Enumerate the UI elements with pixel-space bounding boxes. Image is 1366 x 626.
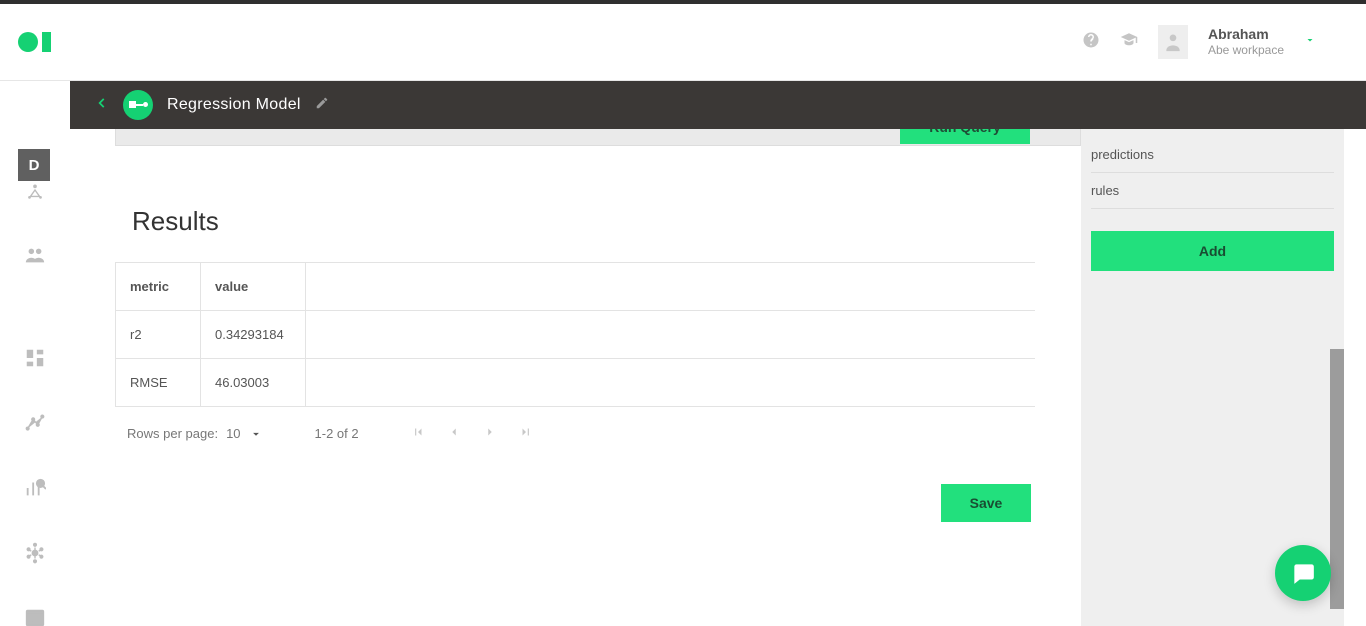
page-title: Regression Model: [167, 96, 301, 114]
nav-icon-brain[interactable]: [24, 542, 46, 569]
table-row: RMSE 46.03003: [116, 359, 1036, 407]
scroll-main: Run Query Results metric value r2 0.3429…: [115, 129, 1081, 626]
chevron-down-icon[interactable]: [1304, 33, 1316, 51]
back-icon[interactable]: [95, 93, 109, 118]
first-page-icon[interactable]: [411, 425, 425, 442]
next-page-icon[interactable]: [483, 425, 497, 442]
col-value: value: [201, 263, 306, 311]
add-button[interactable]: Add: [1091, 231, 1334, 271]
right-panel-list: predictions rules: [1081, 129, 1344, 209]
results-heading: Results: [132, 206, 1081, 237]
nav-icon-dashboard[interactable]: [24, 347, 46, 374]
nav-icon-code[interactable]: [24, 607, 46, 626]
nav-icon-analytics[interactable]: [24, 477, 46, 504]
topbar-right: Abraham Abe workpace: [1082, 25, 1366, 59]
edit-title-icon[interactable]: [315, 96, 329, 115]
user-workspace: Abe workpace: [1208, 43, 1284, 57]
graduation-icon[interactable]: [1120, 31, 1138, 54]
top-header: Abraham Abe workpace: [0, 4, 1366, 81]
results-table: metric value r2 0.34293184 RMSE 46.03003: [115, 262, 1035, 407]
rows-per-page-label: Rows per page:: [127, 426, 218, 441]
user-name: Abraham: [1208, 26, 1284, 43]
page-title-bar: Regression Model: [70, 81, 1366, 129]
logo-area: [0, 31, 70, 53]
save-button[interactable]: Save: [941, 484, 1031, 522]
app-logo[interactable]: [18, 31, 53, 53]
col-spacer: [306, 263, 1036, 311]
page-range: 1-2 of 2: [315, 426, 359, 441]
nav-icon-users[interactable]: [24, 244, 46, 271]
scrollbar-thumb[interactable]: [1330, 349, 1344, 609]
nav-icon-graph[interactable]: [24, 412, 46, 439]
prev-page-icon[interactable]: [447, 425, 461, 442]
user-menu[interactable]: Abraham Abe workpace: [1208, 26, 1284, 57]
avatar[interactable]: [1158, 25, 1188, 59]
left-nav: D: [0, 81, 70, 626]
help-icon[interactable]: [1082, 31, 1100, 54]
cell-metric: RMSE: [116, 359, 201, 407]
table-row: r2 0.34293184: [116, 311, 1036, 359]
cell-value: 0.34293184: [201, 311, 306, 359]
table-header-row: metric value: [116, 263, 1036, 311]
query-area: Run Query: [115, 129, 1081, 146]
dropdown-icon: [249, 427, 263, 441]
model-type-icon: [123, 90, 153, 120]
run-query-button[interactable]: Run Query: [900, 129, 1030, 144]
project-badge[interactable]: D: [18, 149, 50, 181]
list-item[interactable]: rules: [1091, 173, 1334, 209]
cell-metric: r2: [116, 311, 201, 359]
rows-per-page[interactable]: Rows per page: 10: [127, 426, 263, 441]
main-content: Run Query Results metric value r2 0.3429…: [70, 129, 1366, 626]
rows-per-page-value: 10: [226, 426, 240, 441]
nav-icon-1[interactable]: [24, 179, 46, 206]
list-item[interactable]: predictions: [1091, 137, 1334, 173]
cell-value: 46.03003: [201, 359, 306, 407]
table-paginator: Rows per page: 10 1-2 of 2: [127, 425, 1081, 442]
chat-widget-button[interactable]: [1275, 545, 1331, 601]
col-metric: metric: [116, 263, 201, 311]
last-page-icon[interactable]: [519, 425, 533, 442]
